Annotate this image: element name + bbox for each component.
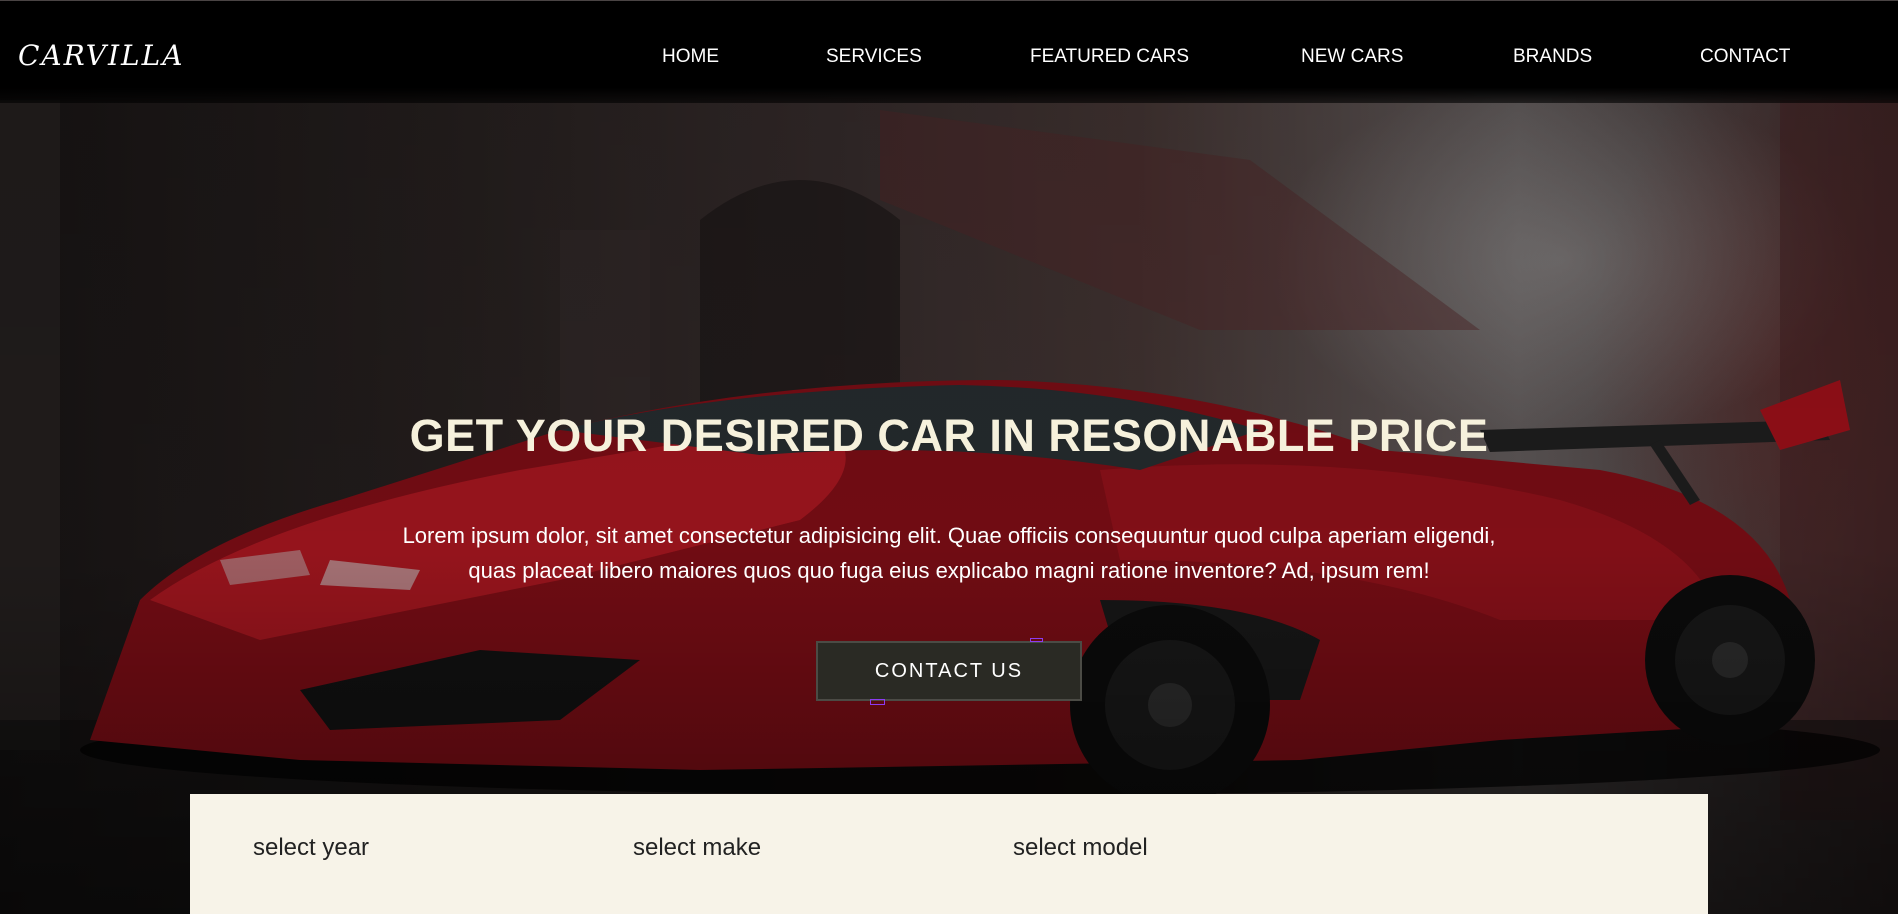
selection-handle [1030, 638, 1043, 642]
contact-us-button[interactable]: CONTACT US [816, 641, 1082, 701]
nav-link-contact[interactable]: CONTACT [1700, 46, 1790, 68]
selection-handle [870, 699, 885, 705]
hero-title: GET YOUR DESIRED CAR IN RESONABLE PRICE [409, 410, 1489, 461]
select-make-dropdown[interactable]: select make [633, 834, 761, 862]
nav-link-featured-cars[interactable]: FEATURED CARS [1030, 46, 1189, 68]
select-model-dropdown[interactable]: select model [1013, 834, 1148, 862]
page: CARVILLA HOME SERVICES FEATURED CARS NEW… [0, 0, 1898, 914]
nav-link-brands[interactable]: BRANDS [1513, 46, 1592, 68]
nav-link-home[interactable]: HOME [662, 46, 719, 68]
nav-link-new-cars[interactable]: NEW CARS [1301, 46, 1403, 68]
select-year-dropdown[interactable]: select year [253, 834, 369, 862]
nav-menu: HOME SERVICES FEATURED CARS NEW CARS BRA… [0, 46, 1898, 70]
hero-description: Lorem ipsum dolor, sit amet consectetur … [402, 523, 1496, 583]
nav-link-services[interactable]: SERVICES [826, 46, 922, 68]
navbar: CARVILLA HOME SERVICES FEATURED CARS NEW… [0, 0, 1898, 103]
car-search-panel: select year select make select model [190, 794, 1708, 914]
